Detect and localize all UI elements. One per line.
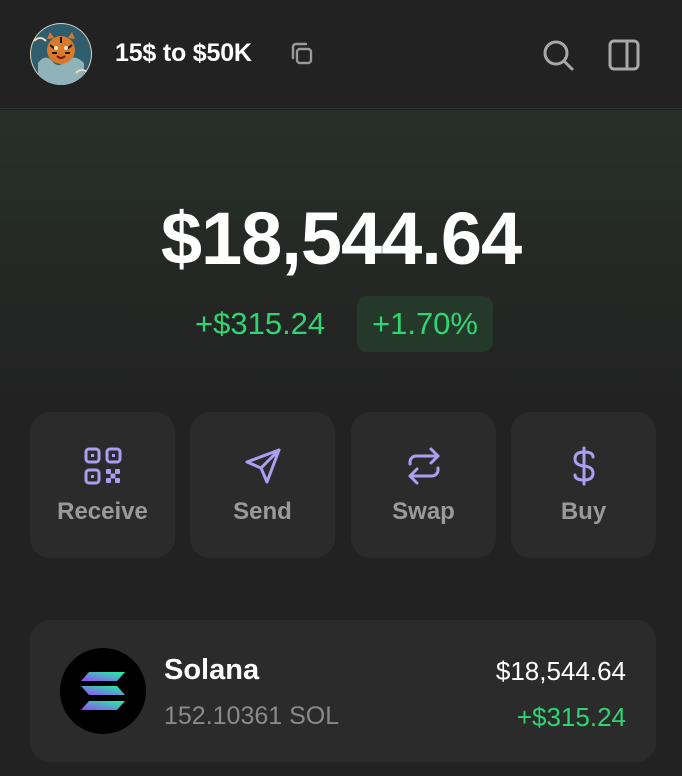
solana-logo-icon: [81, 672, 125, 710]
solana-logo: [60, 648, 146, 734]
token-amount: 152.10361 SOL: [164, 702, 340, 730]
dollar-icon: [572, 446, 595, 486]
token-name: Solana: [164, 654, 260, 686]
token-change: +$315.24: [516, 702, 626, 732]
change-percent-badge: +1.70%: [357, 296, 493, 352]
receive-button[interactable]: Receive: [30, 412, 175, 558]
change-amount: +$315.24: [195, 306, 326, 341]
swap-label: Swap: [392, 498, 455, 525]
balance-change-row: +$315.24 +1.70%: [0, 296, 682, 352]
paper-plane-icon: [245, 448, 280, 484]
qr-code-icon: [84, 447, 121, 485]
copy-icon[interactable]: [288, 40, 316, 68]
side-panel-icon[interactable]: [606, 37, 642, 73]
action-buttons: Receive Send Swap Buy: [30, 412, 656, 558]
swap-arrows-icon: [408, 447, 439, 485]
swap-button[interactable]: Swap: [351, 412, 496, 558]
portfolio-balance: $18,544.64: [160, 197, 522, 280]
search-icon[interactable]: [540, 37, 576, 73]
header-bar: 15$ to $50K: [0, 0, 682, 109]
token-value: $18,544.64: [495, 656, 626, 686]
send-button[interactable]: Send: [190, 412, 335, 558]
token-row-solana[interactable]: Solana 152.10361 SOL $18,544.64 +$315.24: [30, 620, 656, 762]
tiger-avatar-icon: [30, 23, 92, 85]
account-name[interactable]: 15$ to $50K: [115, 39, 252, 68]
buy-label: Buy: [560, 498, 607, 525]
receive-label: Receive: [57, 498, 148, 525]
send-label: Send: [233, 498, 292, 525]
buy-button[interactable]: Buy: [511, 412, 656, 558]
avatar[interactable]: [30, 23, 92, 85]
